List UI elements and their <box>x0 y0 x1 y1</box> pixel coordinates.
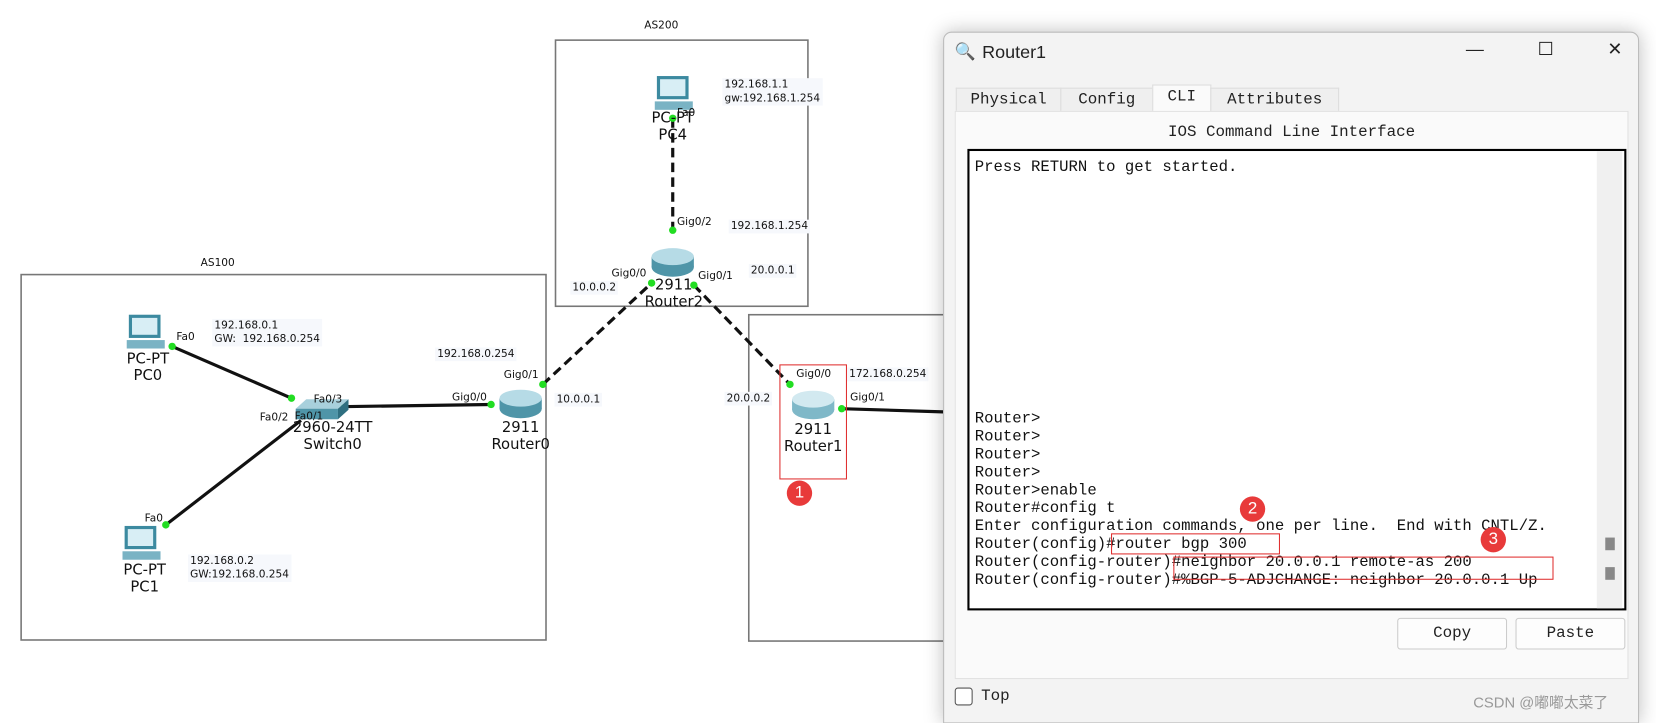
port-label: Gig0/0 <box>452 391 487 404</box>
pc1-note: 192.168.0.2 GW:192.168.0.254 <box>187 554 292 582</box>
minimize-button[interactable]: — <box>1466 39 1484 60</box>
port-label: Gig0/1 <box>850 391 885 404</box>
router2-note-gig01: 20.0.0.1 <box>748 264 797 278</box>
window-title: Router1 <box>982 42 1047 63</box>
device-name: PC0 <box>133 367 163 385</box>
router0-note-wan: 10.0.0.1 <box>554 392 603 407</box>
device-name: Switch0 <box>303 436 362 454</box>
annotation-badge-3: 3 <box>1480 526 1506 553</box>
pc-icon[interactable] <box>654 76 693 110</box>
cli-title: IOS Command Line Interface <box>1168 123 1416 142</box>
top-checkbox[interactable] <box>954 687 973 706</box>
tab-physical[interactable]: Physical <box>955 87 1062 112</box>
router1-note-gig00: 20.0.0.2 <box>724 391 773 406</box>
pc-icon[interactable] <box>122 525 161 560</box>
device-model: 2960-24TT <box>292 419 373 437</box>
packet-tracer-icon: 🔍 <box>954 43 976 62</box>
link-switch0-router0 <box>348 402 492 409</box>
tab-config[interactable]: Config <box>1060 87 1154 112</box>
pc4-note: 192.168.1.1 gw:192.168.1.254 <box>722 78 823 106</box>
copy-button[interactable]: Copy <box>1397 617 1508 650</box>
area-label-as200: AS200 <box>644 20 679 32</box>
link-pc1-switch0 <box>164 419 302 527</box>
port-label: Fa0 <box>176 331 195 344</box>
router2-note-gig00: 10.0.0.2 <box>570 280 619 295</box>
highlight-router1 <box>779 364 847 480</box>
terminal-line: Router#config t <box>974 500 1116 518</box>
close-button[interactable]: ✕ <box>1607 39 1622 60</box>
router0-label[interactable]: 2911 Router0 <box>473 419 568 453</box>
router1-window: 🔍 Router1 — ☐ ✕ Physical Config CLI Attr… <box>943 31 1640 723</box>
scrollbar-thumb[interactable] <box>1605 537 1615 551</box>
paste-button[interactable]: Paste <box>1515 617 1626 650</box>
router2-note-gig02: 192.168.1.254 <box>728 219 811 234</box>
cli-panel: IOS Command Line Interface Press RETURN … <box>954 110 1629 680</box>
pc0-note: 192.168.0.1 GW: 192.168.0.254 <box>212 318 323 347</box>
port-label: Fa0/2 <box>259 411 289 424</box>
port-label: Fa0/3 <box>313 393 343 406</box>
router2-label[interactable]: 2911 Router2 <box>626 277 721 311</box>
router-icon[interactable] <box>499 389 542 419</box>
terminal-line: Router> <box>974 446 1041 464</box>
pc1-label[interactable]: PC-PT PC1 <box>97 562 192 596</box>
device-model: 2911 <box>501 419 540 437</box>
device-name: PC1 <box>130 578 160 596</box>
annotation-badge-2: 2 <box>1239 496 1266 522</box>
terminal-line: Router> <box>974 428 1041 446</box>
terminal-line: Router> <box>974 464 1041 482</box>
terminal-scrollbar[interactable] <box>1596 151 1623 609</box>
router0-note-lan: 192.168.0.254 <box>435 347 517 362</box>
tab-cli[interactable]: CLI <box>1152 84 1212 114</box>
scrollbar-thumb[interactable] <box>1605 567 1615 580</box>
maximize-button[interactable]: ☐ <box>1538 39 1554 60</box>
terminal-line: Router>enable <box>974 482 1097 500</box>
port-label: Gig0/1 <box>503 369 539 382</box>
annotation-badge-1: 1 <box>786 480 813 506</box>
device-name: Router0 <box>491 436 550 454</box>
pc0-label[interactable]: PC-PT PC0 <box>100 351 195 385</box>
link-router1-gig01 <box>841 407 944 414</box>
device-name: PC4 <box>658 126 688 144</box>
tab-attributes[interactable]: Attributes <box>1210 87 1340 112</box>
pc4-label[interactable]: PC-PT PC4 <box>625 110 720 144</box>
pc-icon[interactable] <box>126 314 165 349</box>
router1-note-gig01: 172.168.0.254 <box>846 367 929 382</box>
highlight-router-bgp <box>1111 533 1280 555</box>
switch0-label[interactable]: 2960-24TT Switch0 <box>285 419 380 453</box>
highlight-neighbor <box>1173 556 1554 580</box>
area-label-as100: AS100 <box>200 257 235 270</box>
watermark: CSDN @嘟嘟太菜了 <box>1473 693 1609 711</box>
device-model: PC-PT <box>651 109 694 127</box>
top-label: Top <box>981 687 1010 706</box>
router-icon[interactable] <box>651 248 694 277</box>
device-model: 2911 <box>654 276 693 294</box>
device-name: Router2 <box>644 293 703 311</box>
port-label: Gig0/2 <box>676 216 712 229</box>
port-label: Fa0 <box>144 513 163 525</box>
terminal-line: Press RETURN to get started. <box>974 159 1238 177</box>
terminal-line: Router> <box>974 410 1041 428</box>
device-model: PC-PT <box>123 561 166 579</box>
device-model: PC-PT <box>126 350 170 368</box>
cli-terminal[interactable]: Press RETURN to get started. Router> Rou… <box>967 148 1627 611</box>
